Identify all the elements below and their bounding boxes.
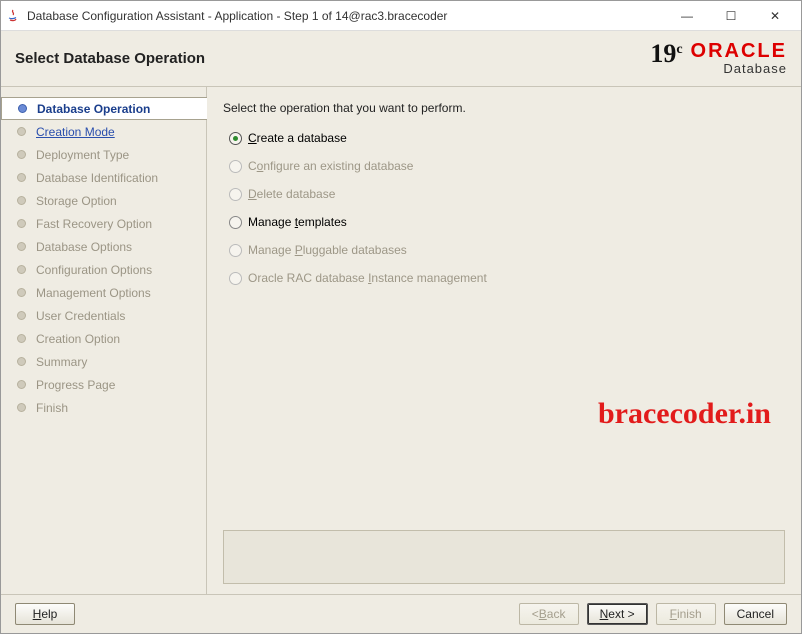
step-label: User Credentials: [36, 309, 125, 323]
page-header: Select Database Operation 19c ORACLE Dat…: [1, 31, 801, 87]
radio-icon: [229, 272, 242, 285]
radio-label: Configure an existing database: [248, 159, 413, 173]
step-label: Database Operation: [37, 102, 150, 116]
page-title: Select Database Operation: [15, 50, 205, 67]
footer-bar: Help < Back Next > Finish Cancel: [1, 595, 801, 633]
radio-icon: [229, 160, 242, 173]
sidebar-step-12: Progress Page: [1, 373, 206, 396]
sidebar-step-10: Creation Option: [1, 327, 206, 350]
step-dot-icon: [17, 403, 26, 412]
step-dot-icon: [17, 219, 26, 228]
minimize-button[interactable]: —: [665, 2, 709, 30]
step-label: Progress Page: [36, 378, 115, 392]
radio-label: Create a database: [248, 131, 347, 145]
sidebar-step-1[interactable]: Creation Mode: [1, 120, 206, 143]
radio-icon: [229, 188, 242, 201]
sidebar-step-4: Storage Option: [1, 189, 206, 212]
step-dot-icon: [17, 173, 26, 182]
message-box: [223, 530, 785, 584]
brand-logo: 19c ORACLE Database: [650, 41, 787, 76]
titlebar: Database Configuration Assistant - Appli…: [1, 1, 801, 31]
step-label: Fast Recovery Option: [36, 217, 152, 231]
radio-icon: [229, 132, 242, 145]
radio-icon: [229, 216, 242, 229]
sidebar-step-0[interactable]: Database Operation: [1, 97, 207, 120]
brand-product-text: Database: [723, 61, 787, 76]
step-label: Creation Option: [36, 332, 120, 346]
step-label: Finish: [36, 401, 68, 415]
step-label: Creation Mode: [36, 125, 115, 139]
step-label: Configuration Options: [36, 263, 152, 277]
step-dot-icon: [17, 196, 26, 205]
help-button[interactable]: Help: [15, 603, 75, 625]
radio-label: Oracle RAC database Instance management: [248, 271, 487, 285]
cancel-button[interactable]: Cancel: [724, 603, 787, 625]
finish-button: Finish: [656, 603, 716, 625]
watermark-text: bracecoder.in: [598, 397, 771, 431]
close-button[interactable]: ✕: [753, 2, 797, 30]
sidebar-step-6: Database Options: [1, 235, 206, 258]
brand-version: 19c: [650, 41, 682, 67]
radio-label: Delete database: [248, 187, 335, 201]
operation-radio-1: Configure an existing database: [229, 159, 785, 173]
step-label: Database Options: [36, 240, 132, 254]
operation-prompt: Select the operation that you want to pe…: [223, 101, 785, 115]
sidebar-step-8: Management Options: [1, 281, 206, 304]
radio-label: Manage Pluggable databases: [248, 243, 407, 257]
operation-radio-2: Delete database: [229, 187, 785, 201]
step-dot-icon: [17, 357, 26, 366]
sidebar-step-5: Fast Recovery Option: [1, 212, 206, 235]
java-app-icon: [5, 8, 21, 24]
step-dot-icon: [18, 104, 27, 113]
window-title: Database Configuration Assistant - Appli…: [27, 9, 665, 23]
step-label: Management Options: [36, 286, 151, 300]
step-label: Storage Option: [36, 194, 117, 208]
step-dot-icon: [17, 311, 26, 320]
step-label: Deployment Type: [36, 148, 129, 162]
step-dot-icon: [17, 127, 26, 136]
step-dot-icon: [17, 380, 26, 389]
maximize-button[interactable]: ☐: [709, 2, 753, 30]
window-controls: — ☐ ✕: [665, 2, 797, 30]
step-dot-icon: [17, 242, 26, 251]
wizard-sidebar: Database Operation Creation Mode Deploymen…: [1, 87, 207, 594]
step-label: Database Identification: [36, 171, 158, 185]
sidebar-step-9: User Credentials: [1, 304, 206, 327]
radio-icon: [229, 244, 242, 257]
step-dot-icon: [17, 150, 26, 159]
step-label: Summary: [36, 355, 87, 369]
main-area: Database Operation Creation Mode Deploymen…: [1, 87, 801, 595]
operation-radio-0[interactable]: Create a database: [229, 131, 785, 145]
brand-oracle-text: ORACLE: [691, 41, 787, 61]
sidebar-step-13: Finish: [1, 396, 206, 419]
sidebar-step-2: Deployment Type: [1, 143, 206, 166]
radio-label: Manage templates: [248, 215, 347, 229]
sidebar-step-11: Summary: [1, 350, 206, 373]
operation-options: Create a database Configure an existing d…: [229, 131, 785, 285]
back-button: < Back: [519, 603, 579, 625]
sidebar-step-7: Configuration Options: [1, 258, 206, 281]
step-dot-icon: [17, 288, 26, 297]
operation-radio-3[interactable]: Manage templates: [229, 215, 785, 229]
operation-radio-4: Manage Pluggable databases: [229, 243, 785, 257]
step-dot-icon: [17, 265, 26, 274]
content-panel: Select the operation that you want to pe…: [207, 87, 801, 594]
operation-radio-5: Oracle RAC database Instance management: [229, 271, 785, 285]
sidebar-step-3: Database Identification: [1, 166, 206, 189]
step-dot-icon: [17, 334, 26, 343]
next-button[interactable]: Next >: [587, 603, 648, 625]
